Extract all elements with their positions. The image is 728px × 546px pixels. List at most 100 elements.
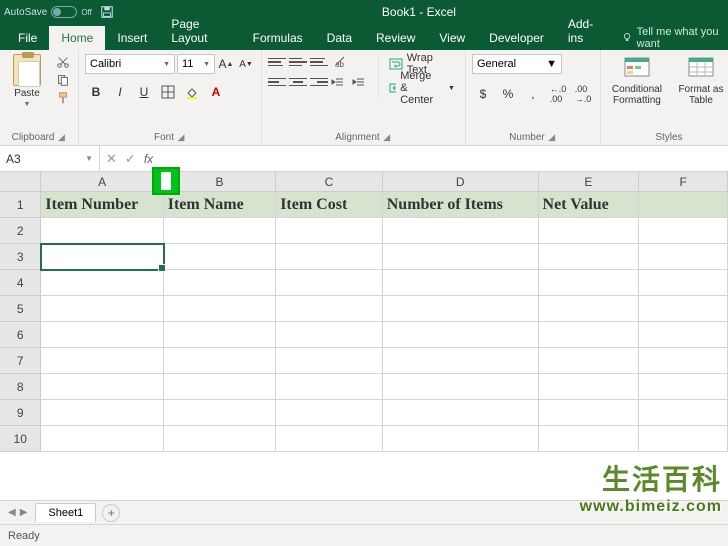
cell[interactable]	[639, 374, 728, 400]
cell[interactable]	[164, 296, 276, 322]
tab-developer[interactable]: Developer	[477, 26, 556, 50]
conditional-formatting-button[interactable]: Conditional Formatting	[607, 54, 667, 106]
cancel-formula-icon[interactable]: ✕	[106, 151, 117, 167]
cell[interactable]: Item Number	[41, 192, 163, 218]
align-bottom-button[interactable]	[310, 54, 328, 70]
tab-data[interactable]: Data	[315, 26, 364, 50]
cut-button[interactable]	[54, 54, 72, 70]
column-header[interactable]: C	[276, 172, 383, 191]
column-header[interactable]: E	[539, 172, 640, 191]
row-header[interactable]: 2	[0, 218, 41, 244]
cell[interactable]	[383, 270, 539, 296]
cell[interactable]	[639, 348, 728, 374]
cell[interactable]	[383, 296, 539, 322]
autosave-toggle[interactable]: AutoSave Off	[4, 6, 92, 18]
row-header[interactable]: 6	[0, 322, 41, 348]
format-painter-button[interactable]	[54, 90, 72, 106]
cell[interactable]	[164, 400, 276, 426]
tab-view[interactable]: View	[427, 26, 477, 50]
decrease-indent-button[interactable]	[331, 74, 349, 90]
italic-button[interactable]: I	[109, 82, 131, 102]
cell[interactable]: Item Cost	[276, 192, 383, 218]
cell[interactable]	[164, 270, 276, 296]
increase-decimal-button[interactable]: ←.0.00	[547, 84, 569, 104]
cell[interactable]	[164, 218, 276, 244]
fill-color-button[interactable]	[181, 82, 203, 102]
sheet-tab[interactable]: Sheet1	[35, 503, 96, 522]
cell[interactable]	[383, 348, 539, 374]
column-header[interactable]: D	[383, 172, 539, 191]
align-right-button[interactable]	[310, 74, 328, 90]
tab-addins[interactable]: Add-ins	[556, 12, 615, 50]
name-box[interactable]: A3 ▼	[0, 146, 100, 171]
merge-center-button[interactable]: Merge & Center ▼	[385, 78, 459, 98]
align-center-button[interactable]	[289, 74, 307, 90]
tab-review[interactable]: Review	[364, 26, 427, 50]
cell[interactable]	[539, 270, 640, 296]
cell[interactable]	[383, 400, 539, 426]
font-name-combo[interactable]: Calibri▼	[85, 54, 175, 74]
row-header[interactable]: 9	[0, 400, 41, 426]
cell[interactable]	[639, 244, 728, 270]
underline-button[interactable]: U	[133, 82, 155, 102]
cell[interactable]	[539, 374, 640, 400]
enter-formula-icon[interactable]: ✓	[125, 151, 136, 167]
cell[interactable]	[639, 192, 728, 218]
cell[interactable]	[41, 400, 163, 426]
increase-font-button[interactable]: A▲	[217, 54, 235, 74]
new-sheet-button[interactable]: +	[102, 504, 120, 522]
cell[interactable]	[539, 348, 640, 374]
decrease-font-button[interactable]: A▼	[237, 54, 255, 74]
save-icon[interactable]	[100, 5, 114, 19]
cell[interactable]	[41, 374, 163, 400]
tab-page-layout[interactable]: Page Layout	[159, 12, 240, 50]
tab-formulas[interactable]: Formulas	[241, 26, 315, 50]
cell[interactable]	[639, 426, 728, 452]
cell[interactable]	[164, 374, 276, 400]
cell[interactable]	[164, 244, 276, 270]
align-middle-button[interactable]	[289, 54, 307, 70]
row-header[interactable]: 10	[0, 426, 41, 452]
cell[interactable]	[41, 270, 163, 296]
decrease-decimal-button[interactable]: .00→.0	[572, 84, 594, 104]
cell[interactable]	[41, 348, 163, 374]
cell[interactable]	[639, 218, 728, 244]
row-header[interactable]: 8	[0, 374, 41, 400]
format-as-table-button[interactable]: Format as Table	[671, 54, 728, 106]
cell[interactable]	[276, 374, 383, 400]
borders-button[interactable]	[157, 82, 179, 102]
cell[interactable]	[276, 322, 383, 348]
tab-insert[interactable]: Insert	[105, 26, 159, 50]
column-header[interactable]: F	[639, 172, 728, 191]
font-color-button[interactable]: A	[205, 82, 227, 102]
currency-button[interactable]: $	[472, 84, 494, 104]
cell[interactable]	[276, 296, 383, 322]
tab-file[interactable]: File	[6, 26, 49, 50]
cell[interactable]	[41, 296, 163, 322]
cell[interactable]	[539, 322, 640, 348]
align-left-button[interactable]	[268, 74, 286, 90]
cell[interactable]	[276, 400, 383, 426]
column-header[interactable]: A	[41, 172, 163, 191]
select-all-corner[interactable]	[0, 172, 41, 191]
cell[interactable]	[276, 218, 383, 244]
comma-button[interactable]: ,	[522, 84, 544, 104]
cell[interactable]	[539, 218, 640, 244]
row-header[interactable]: 7	[0, 348, 41, 374]
cell[interactable]: Net Value	[539, 192, 640, 218]
cell[interactable]	[639, 270, 728, 296]
row-header[interactable]: 4	[0, 270, 41, 296]
dialog-launcher-icon[interactable]: ◢	[56, 132, 66, 142]
fx-icon[interactable]: fx	[144, 152, 153, 166]
formula-input[interactable]	[159, 146, 728, 171]
cell[interactable]	[639, 296, 728, 322]
cell[interactable]	[41, 218, 163, 244]
cell[interactable]	[276, 244, 383, 270]
cell[interactable]	[383, 322, 539, 348]
copy-button[interactable]	[54, 72, 72, 88]
orientation-button[interactable]: ab	[331, 54, 349, 70]
increase-indent-button[interactable]	[352, 74, 370, 90]
sheet-nav-next-icon[interactable]: ▶	[20, 507, 28, 518]
cell[interactable]: Item Name	[164, 192, 276, 218]
column-header[interactable]: B	[164, 172, 276, 191]
